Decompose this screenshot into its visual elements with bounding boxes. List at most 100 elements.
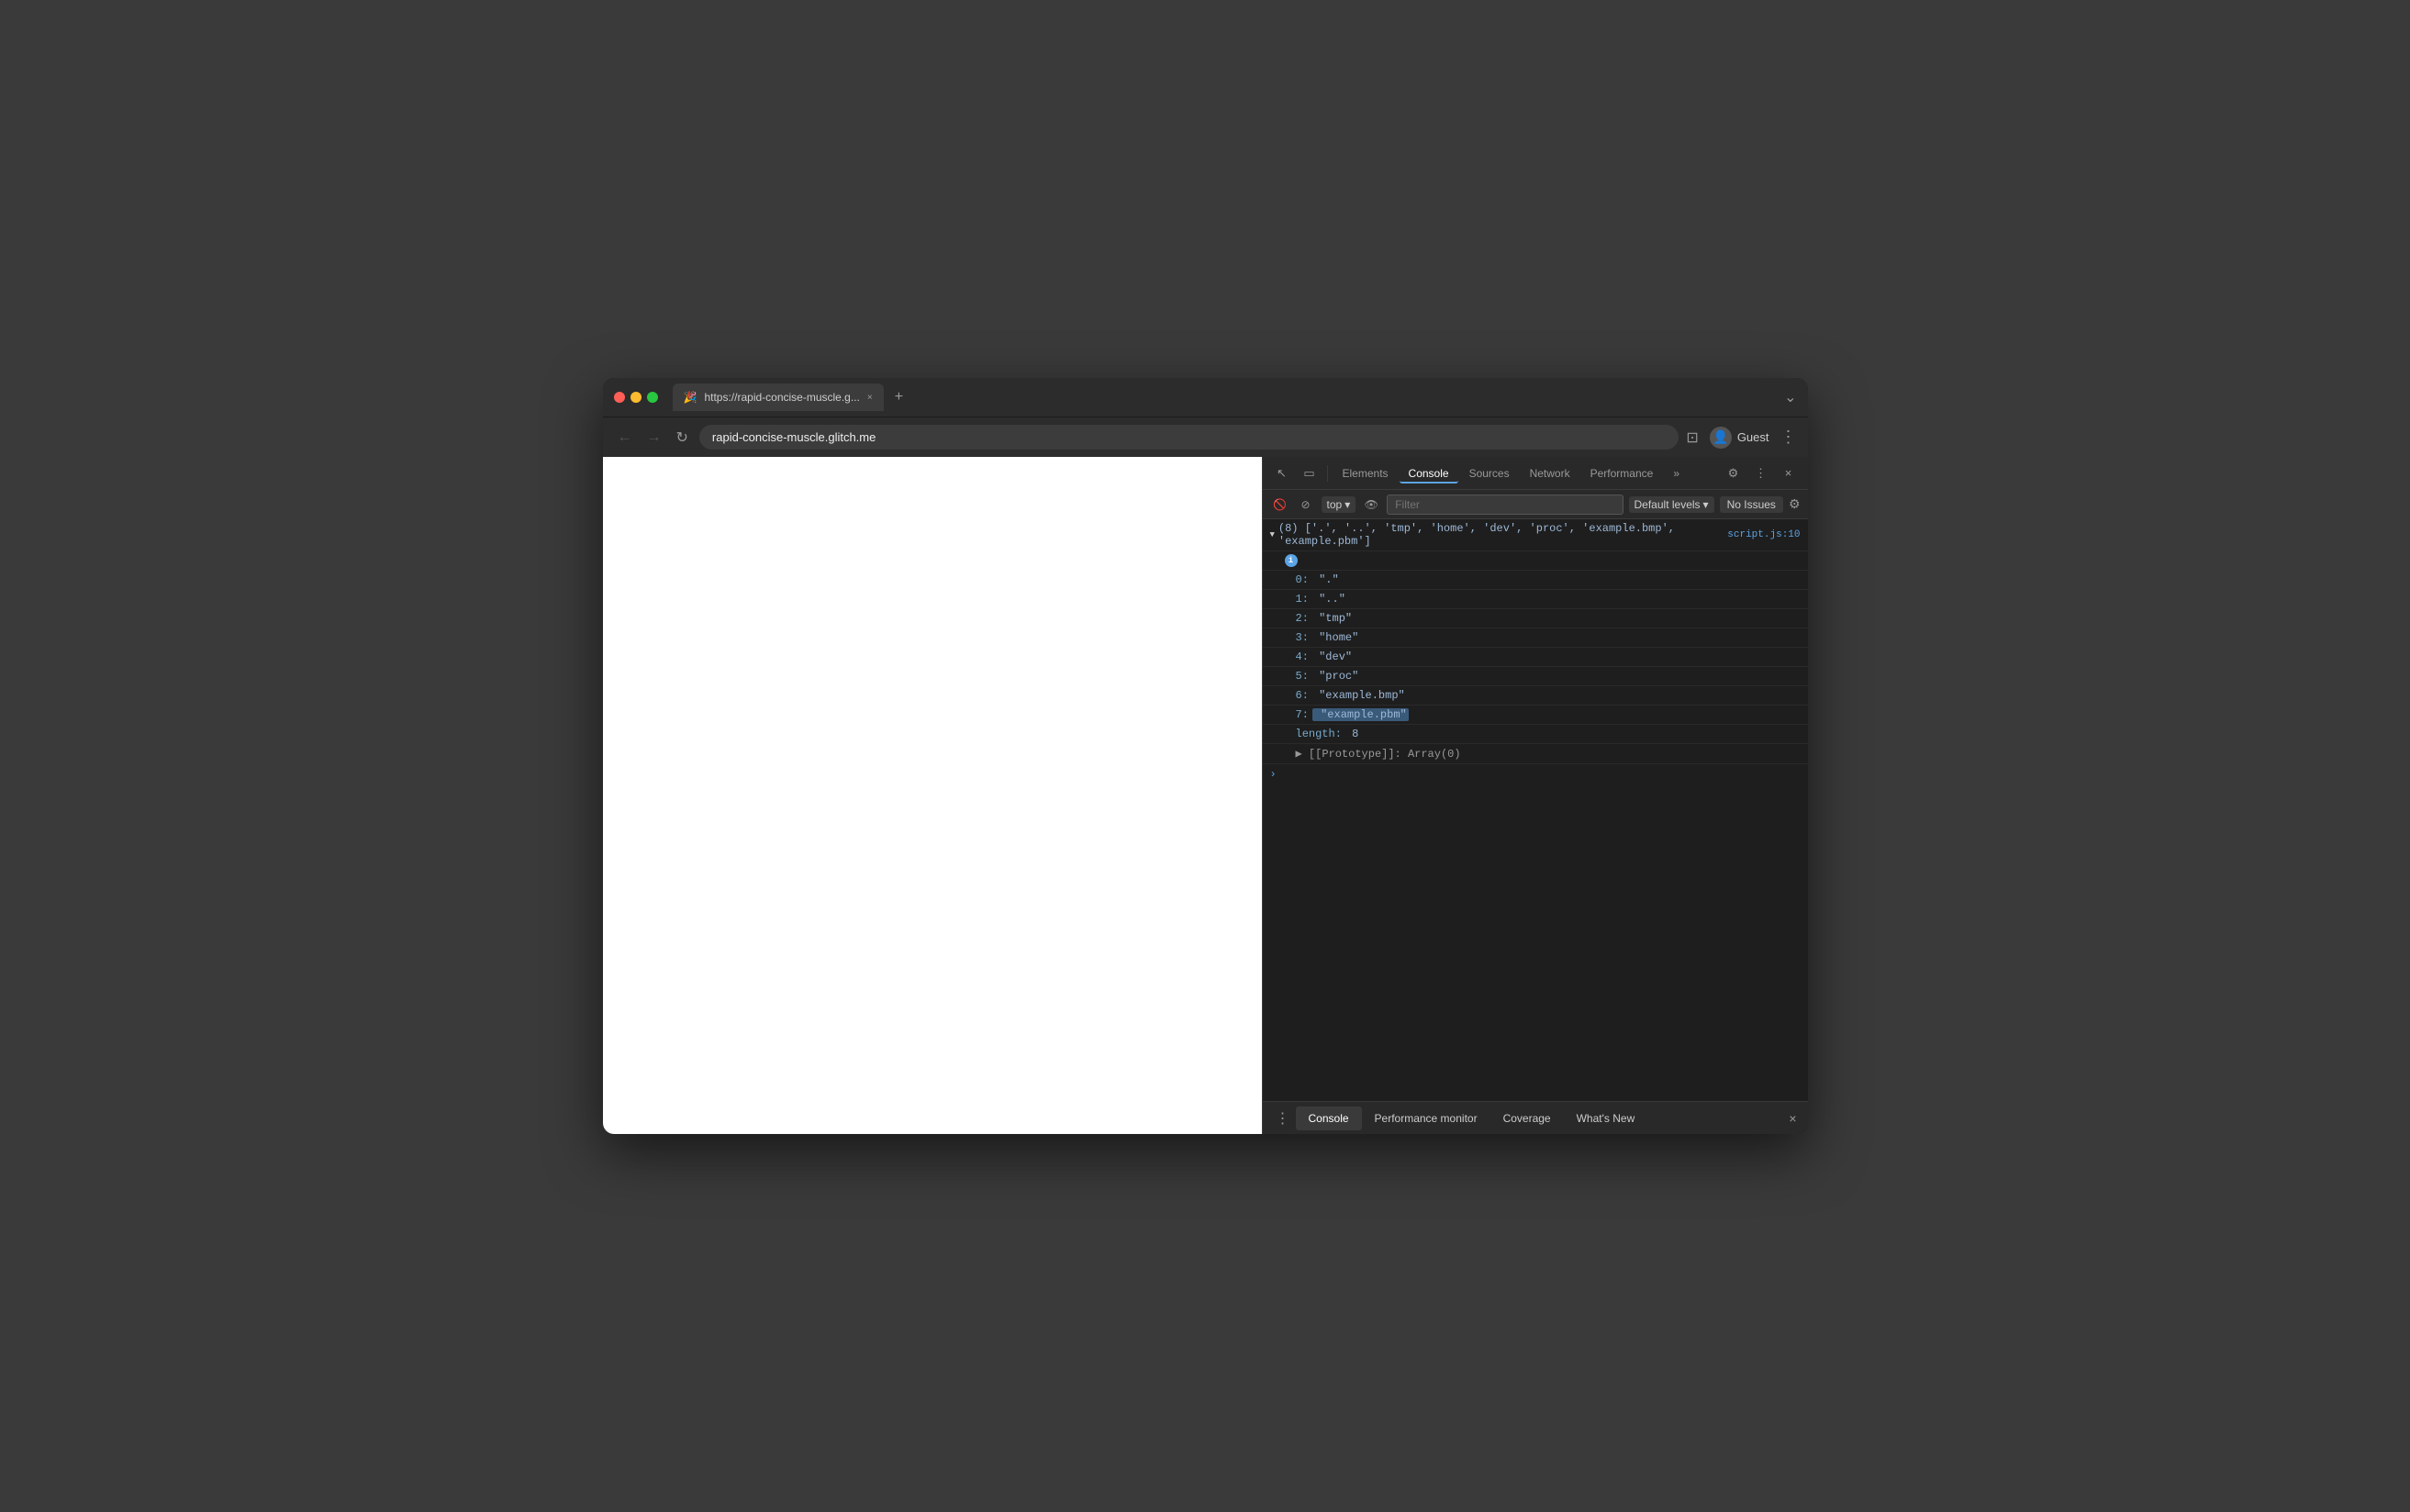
address-bar: ← → ↻ ⊡ 👤 Guest ⋮ <box>603 417 1808 457</box>
item-key: 4: <box>1296 650 1309 663</box>
context-label: top <box>1327 498 1343 511</box>
prompt-caret-icon: › <box>1270 768 1277 781</box>
devtools-toolbar-right: ⚙ ⋮ × <box>1722 461 1801 485</box>
console-settings-icon[interactable]: ⚙ <box>1789 496 1801 512</box>
no-issues-badge: No Issues <box>1720 496 1783 513</box>
browser-window: 🎉 https://rapid-concise-muscle.g... × + … <box>603 378 1808 1134</box>
devtools-bottom-bar: ⋮ Console Performance monitor Coverage W… <box>1263 1101 1808 1134</box>
array-header: (8) ['.', '..', 'tmp', 'home', 'dev', 'p… <box>1278 522 1724 548</box>
filter-input[interactable] <box>1387 495 1623 515</box>
tab-url: https://rapid-concise-muscle.g... <box>704 391 859 404</box>
bottom-tab-console[interactable]: Console <box>1296 1106 1362 1130</box>
length-value: 8 <box>1352 728 1358 740</box>
item-value: "proc" <box>1312 670 1358 683</box>
item-value: "example.bmp" <box>1312 689 1405 702</box>
array-item-2: 2: "tmp" <box>1263 609 1808 628</box>
prototype-label: ▶ [[Prototype]]: Array(0) <box>1296 747 1461 761</box>
minimize-button[interactable] <box>630 392 642 403</box>
back-button[interactable]: ← <box>614 426 636 450</box>
tab-console[interactable]: Console <box>1400 463 1458 484</box>
item-key: 7: <box>1296 708 1309 721</box>
close-devtools-icon[interactable]: × <box>1777 461 1801 485</box>
maximize-button[interactable] <box>647 392 658 403</box>
prototype-row[interactable]: ▶ [[Prototype]]: Array(0) <box>1263 744 1808 764</box>
console-toolbar: 🚫 ⊘ top ▾ 👁 Default levels ▾ No Issues ⚙ <box>1263 490 1808 519</box>
default-levels-chevron-icon: ▾ <box>1703 498 1709 511</box>
dock-icon[interactable]: ⊡ <box>1686 428 1698 447</box>
address-input[interactable] <box>699 425 1679 450</box>
item-value: "dev" <box>1312 650 1352 663</box>
item-value: "home" <box>1312 631 1358 644</box>
devtools-toolbar: ↖ ▭ Elements Console Sources Network Per… <box>1263 457 1808 490</box>
reload-button[interactable]: ↻ <box>673 425 692 450</box>
tab-more[interactable]: » <box>1664 463 1689 484</box>
source-link[interactable]: script.js:10 <box>1727 529 1800 540</box>
item-value: "tmp" <box>1312 612 1352 625</box>
forward-button[interactable]: → <box>643 426 665 450</box>
context-chevron-icon: ▾ <box>1344 498 1350 511</box>
profile-button[interactable]: 👤 Guest <box>1710 427 1769 449</box>
devtools-panel: ↖ ▭ Elements Console Sources Network Per… <box>1262 457 1808 1134</box>
expand-icon[interactable]: ▼ <box>1270 530 1275 539</box>
new-tab-button[interactable]: + <box>887 389 910 406</box>
bottom-tab-performance-monitor[interactable]: Performance monitor <box>1362 1106 1490 1130</box>
default-levels-label: Default levels <box>1635 498 1701 511</box>
close-button[interactable] <box>614 392 625 403</box>
tab-performance[interactable]: Performance <box>1581 463 1663 484</box>
devtools-tabs: Elements Console Sources Network Perform… <box>1333 463 1690 484</box>
array-item-1: 1: ".." <box>1263 590 1808 609</box>
main-content: ↖ ▭ Elements Console Sources Network Per… <box>603 457 1808 1134</box>
array-length: length: 8 <box>1263 725 1808 744</box>
array-item-4: 4: "dev" <box>1263 648 1808 667</box>
array-item-6: 6: "example.bmp" <box>1263 686 1808 706</box>
title-bar: 🎉 https://rapid-concise-muscle.g... × + … <box>603 378 1808 417</box>
active-tab[interactable]: 🎉 https://rapid-concise-muscle.g... × <box>673 384 884 411</box>
browser-menu-button[interactable]: ⋮ <box>1780 428 1797 447</box>
item-value: "." <box>1312 573 1339 586</box>
eye-icon[interactable]: 👁 <box>1361 495 1381 515</box>
array-item-7: 7: "example.pbm" <box>1263 706 1808 725</box>
settings-icon[interactable]: ⚙ <box>1722 461 1746 485</box>
array-item-0: 0: "." <box>1263 571 1808 590</box>
inspect-element-icon[interactable]: ↖ <box>1270 461 1294 485</box>
tab-favicon: 🎉 <box>684 391 697 404</box>
console-output: ▼ (8) ['.', '..', 'tmp', 'home', 'dev', … <box>1263 519 1808 1101</box>
item-key: 3: <box>1296 631 1309 644</box>
more-options-icon[interactable]: ⋮ <box>1749 461 1773 485</box>
item-key: 5: <box>1296 670 1309 683</box>
toolbar-divider <box>1327 465 1328 482</box>
clear-console-icon[interactable]: 🚫 <box>1270 495 1290 515</box>
page-content <box>603 457 1262 1134</box>
tab-bar: 🎉 https://rapid-concise-muscle.g... × + <box>673 384 1778 411</box>
bottom-tab-coverage[interactable]: Coverage <box>1490 1106 1564 1130</box>
tab-sources[interactable]: Sources <box>1460 463 1519 484</box>
item-key: 2: <box>1296 612 1309 625</box>
bottom-bar-close-icon[interactable]: × <box>1785 1107 1800 1129</box>
length-key: length: <box>1296 728 1342 740</box>
array-item-5: 5: "proc" <box>1263 667 1808 686</box>
console-info-row: i <box>1263 551 1808 571</box>
item-value: ".." <box>1312 593 1345 606</box>
profile-avatar: 👤 <box>1710 427 1732 449</box>
bottom-tab-whats-new[interactable]: What's New <box>1564 1106 1648 1130</box>
item-key: 6: <box>1296 689 1309 702</box>
profile-icon: 👤 <box>1713 429 1728 445</box>
chevron-down-icon[interactable]: ⌄ <box>1784 388 1796 406</box>
device-toolbar-icon[interactable]: ▭ <box>1298 461 1322 485</box>
filter-toggle-icon[interactable]: ⊘ <box>1296 495 1316 515</box>
tab-elements[interactable]: Elements <box>1333 463 1398 484</box>
console-entry-array: ▼ (8) ['.', '..', 'tmp', 'home', 'dev', … <box>1263 519 1808 551</box>
tab-network[interactable]: Network <box>1521 463 1579 484</box>
address-bar-right: ⊡ 👤 Guest ⋮ <box>1686 427 1796 449</box>
item-key: 0: <box>1296 573 1309 586</box>
profile-name: Guest <box>1737 430 1769 444</box>
array-item-3: 3: "home" <box>1263 628 1808 648</box>
traffic-lights <box>614 392 658 403</box>
tab-close-icon[interactable]: × <box>867 393 873 403</box>
console-prompt: › <box>1263 764 1808 784</box>
default-levels-selector[interactable]: Default levels ▾ <box>1629 496 1714 513</box>
info-icon: i <box>1285 554 1298 567</box>
item-value-highlighted: "example.pbm" <box>1312 708 1409 721</box>
bottom-menu-icon[interactable]: ⋮ <box>1270 1106 1296 1131</box>
context-selector[interactable]: top ▾ <box>1322 496 1356 513</box>
